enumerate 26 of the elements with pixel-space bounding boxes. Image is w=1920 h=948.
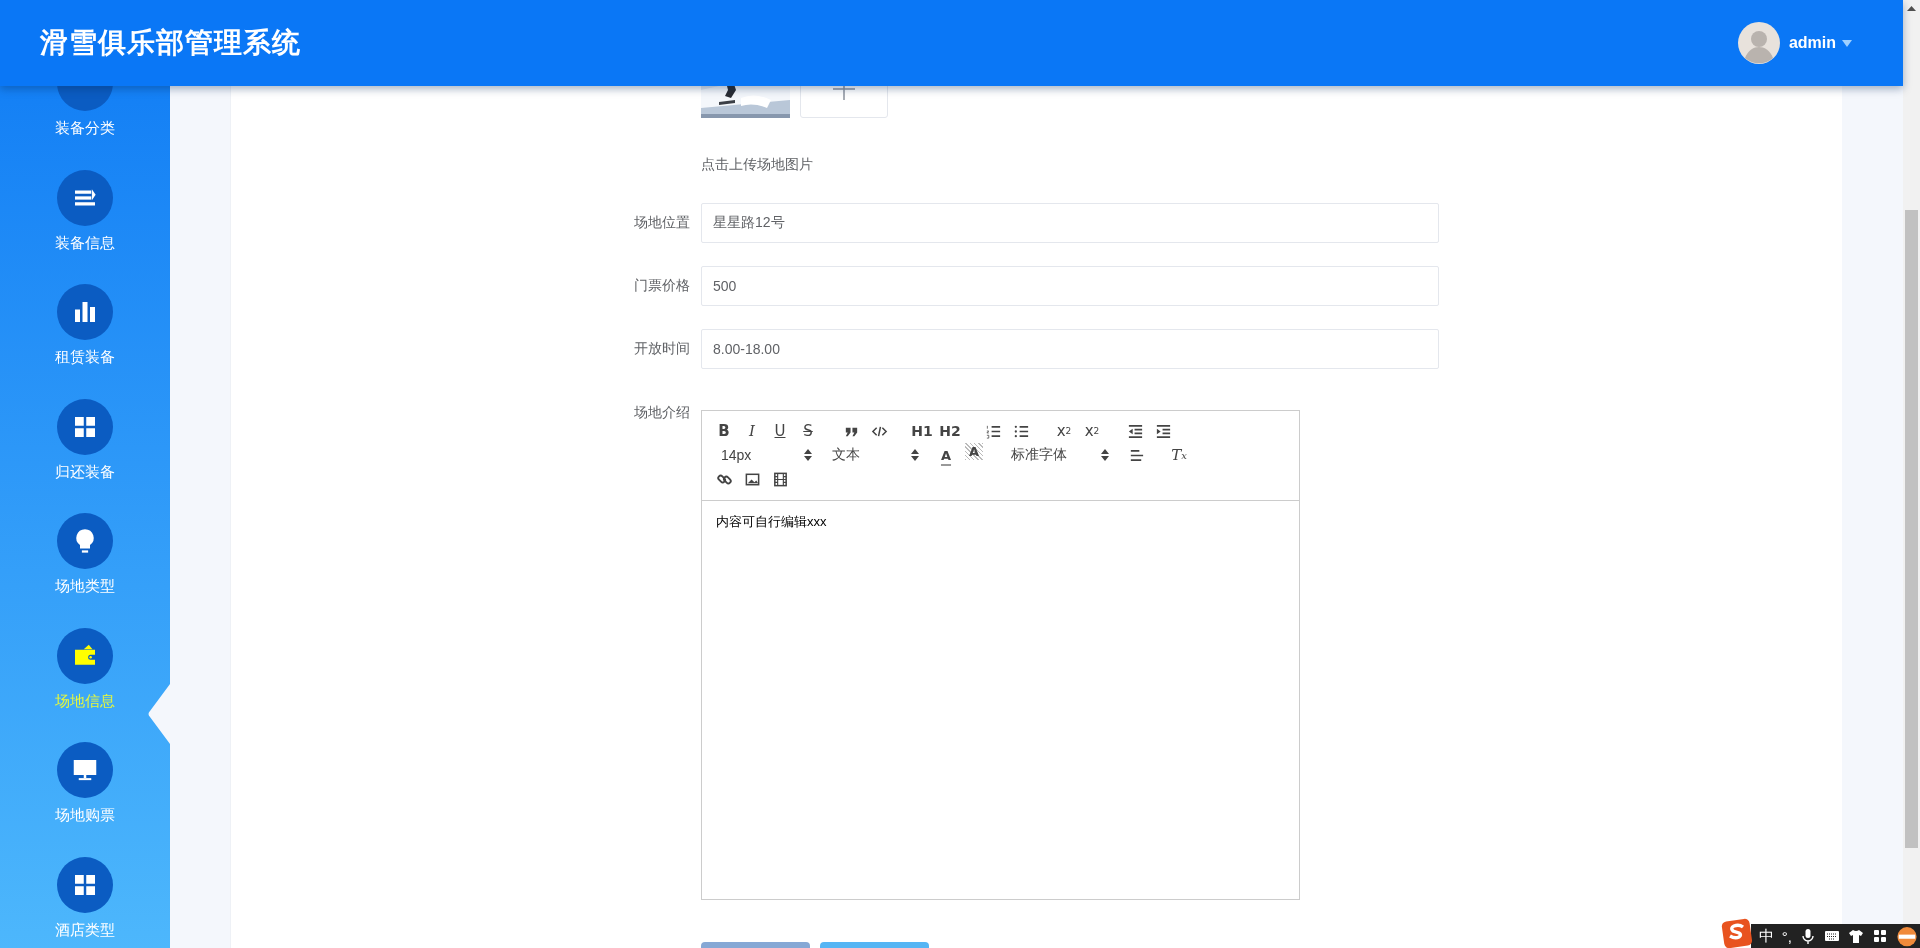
text-color-button[interactable]: A <box>932 443 960 467</box>
dropdown-select[interactable]: 文本 <box>825 443 925 467</box>
text-field[interactable]: 星星路12号 <box>701 203 1439 243</box>
user-menu[interactable]: admin <box>1788 34 1852 52</box>
strikethrough-button[interactable]: S <box>794 419 822 443</box>
upload-hint: 点击上传场地图片 <box>701 155 814 174</box>
app-title: 滑雪俱乐部管理系统 <box>40 26 301 60</box>
bold-button[interactable]: B <box>710 419 738 443</box>
dropdown-select[interactable]: 14px <box>710 443 818 467</box>
underline-button[interactable]: U <box>766 419 794 443</box>
input-mode-toggle[interactable]: 中 <box>1758 926 1774 946</box>
text-field[interactable]: 8.00-18.00 <box>701 329 1439 369</box>
editor-text: 内容可自行编辑xxx <box>715 513 828 531</box>
text-field[interactable]: 500 <box>701 266 1439 306</box>
field-label: 场地介绍 <box>633 404 690 420</box>
field-label: 场地位置 <box>633 214 690 232</box>
field-label: 开放时间 <box>633 340 690 358</box>
highlight-button[interactable]: A <box>965 443 983 460</box>
heading-button[interactable]: H1 <box>908 419 936 443</box>
punctuation-toggle[interactable]: °, <box>1781 927 1792 945</box>
italic-button[interactable]: I <box>738 419 766 443</box>
dropdown-select[interactable]: 标准字体 <box>1003 443 1115 467</box>
field-label: 门票价格 <box>633 277 690 295</box>
heading-button[interactable]: H2 <box>936 419 964 443</box>
nav-item[interactable]: 装备分类 <box>0 86 170 170</box>
script-button[interactable]: x$^{2}$ <box>1078 419 1106 443</box>
